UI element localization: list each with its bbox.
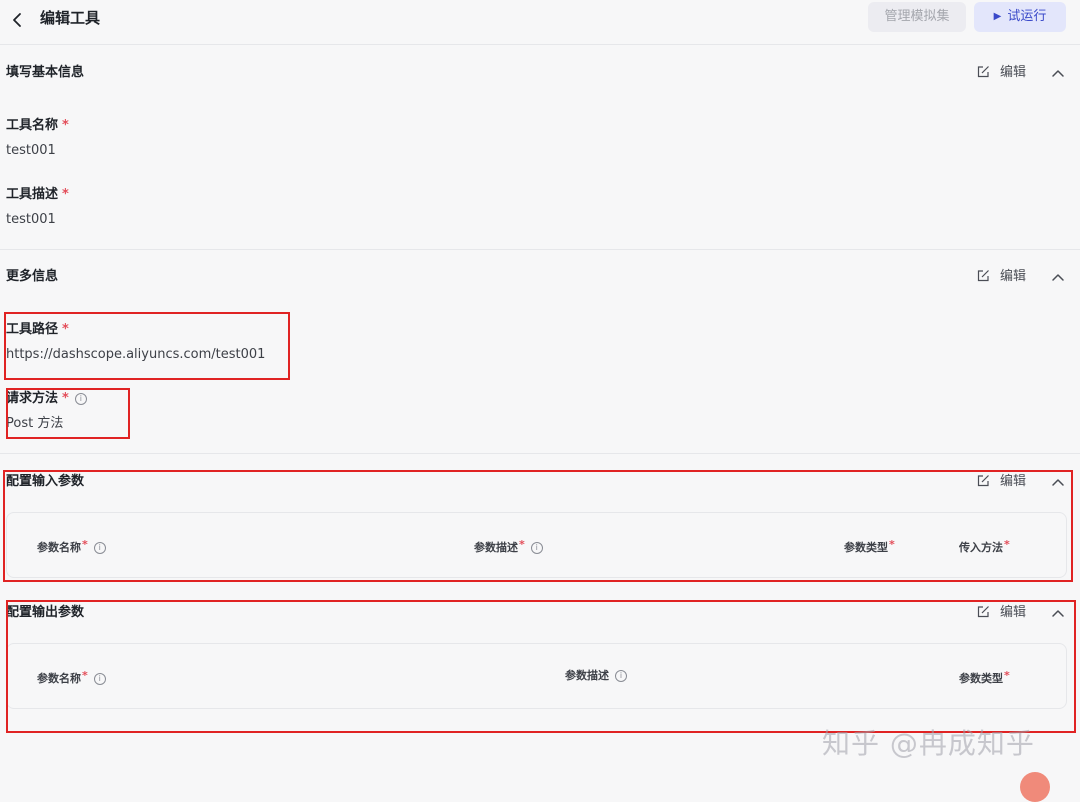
info-icon[interactable]: i: [93, 542, 106, 554]
column-header-param-description: 参数描述* i: [474, 513, 543, 577]
tool-description-label: 工具描述 *: [6, 187, 69, 202]
edit-label: 编辑: [1000, 474, 1027, 489]
output-params-actions: 编辑: [977, 604, 1067, 622]
edit-label: 编辑: [1000, 605, 1027, 620]
required-mark: *: [62, 187, 69, 202]
basic-info-actions: 编辑: [977, 64, 1067, 82]
column-header-param-name: 参数名称* i: [37, 644, 106, 708]
more-info-section-title: 更多信息: [6, 269, 59, 284]
section-divider: [0, 453, 1080, 454]
top-bar: 编辑工具 管理模拟集 ▶ 试运行: [0, 0, 1080, 45]
request-method-value: Post 方法: [6, 416, 64, 431]
chevron-up-icon[interactable]: [1050, 268, 1066, 286]
column-header-param-description: 参数描述 i: [565, 644, 627, 708]
required-mark: *: [62, 391, 69, 406]
output-params-table-header: 参数名称* i 参数描述 i 参数类型*: [6, 643, 1067, 709]
column-header-pass-method: 传入方法*: [959, 538, 1010, 554]
output-params-section-title: 配置输出参数: [6, 605, 85, 620]
required-mark: *: [62, 322, 69, 337]
edit-icon: [977, 606, 989, 618]
input-params-section-title: 配置输入参数: [6, 474, 85, 489]
info-icon[interactable]: i: [615, 670, 627, 682]
input-params-edit-button[interactable]: 编辑: [977, 473, 1026, 491]
chevron-up-icon[interactable]: [1050, 64, 1066, 82]
tool-description-value: test001: [6, 212, 56, 227]
tool-path-value: https://dashscope.aliyuncs.com/test001: [6, 347, 266, 362]
more-info-edit-button[interactable]: 编辑: [977, 268, 1026, 286]
request-method-label: 请求方法 * i: [6, 390, 87, 408]
info-icon[interactable]: i: [74, 393, 87, 405]
column-header-param-type: 参数类型*: [959, 669, 1010, 685]
page-title: 编辑工具: [40, 9, 101, 27]
play-icon: ▶: [993, 11, 1002, 22]
tool-path-label: 工具路径 *: [6, 322, 69, 337]
trial-run-label: 试运行: [1007, 9, 1047, 24]
input-params-actions: 编辑: [977, 473, 1067, 491]
tool-name-value: test001: [6, 143, 56, 158]
required-mark: *: [62, 118, 69, 133]
output-params-edit-button[interactable]: 编辑: [977, 604, 1026, 622]
column-header-param-type: 参数类型*: [844, 538, 895, 554]
input-params-table-header: 参数名称* i 参数描述* i 参数类型* 传入方法*: [6, 512, 1067, 578]
trial-run-button[interactable]: ▶ 试运行: [974, 2, 1066, 32]
chevron-up-icon[interactable]: [1050, 604, 1066, 622]
edit-icon: [977, 270, 989, 282]
column-header-param-name: 参数名称* i: [37, 513, 106, 577]
info-icon[interactable]: i: [93, 673, 106, 685]
edit-label: 编辑: [1000, 65, 1027, 80]
avatar: [1020, 772, 1050, 802]
section-divider: [0, 249, 1080, 250]
chevron-left-icon[interactable]: [8, 10, 28, 30]
more-info-actions: 编辑: [977, 268, 1067, 286]
basic-info-section-title: 填写基本信息: [6, 65, 85, 80]
edit-label: 编辑: [1000, 269, 1027, 284]
chevron-up-icon[interactable]: [1050, 473, 1066, 491]
basic-info-edit-button[interactable]: 编辑: [977, 64, 1026, 82]
edit-icon: [977, 66, 989, 78]
tool-name-label: 工具名称 *: [6, 118, 69, 133]
watermark: 知乎 @冉成知乎: [822, 727, 1035, 760]
manage-simulation-set-button[interactable]: 管理模拟集: [868, 2, 966, 32]
info-icon[interactable]: i: [530, 542, 543, 554]
edit-icon: [977, 475, 989, 487]
